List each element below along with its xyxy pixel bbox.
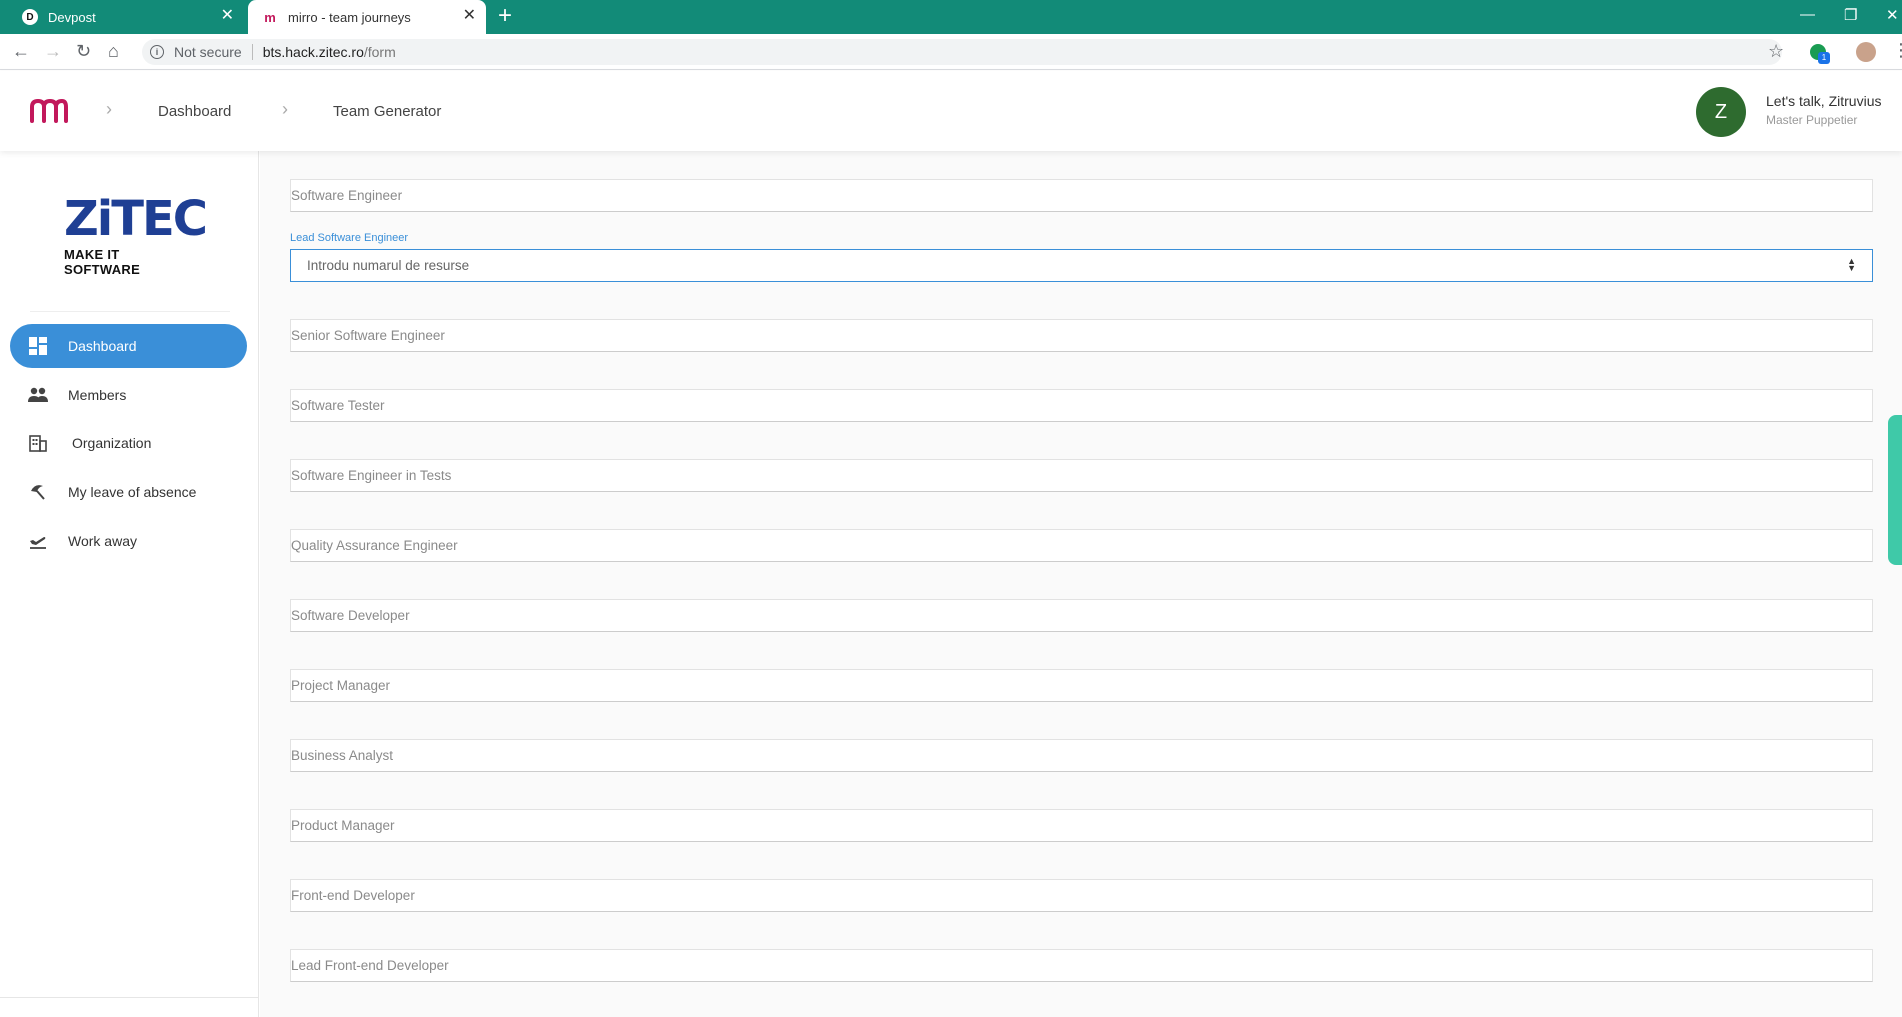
field-project-manager[interactable]: Project Manager <box>290 669 1873 702</box>
field-software-engineer-in-tests[interactable]: Software Engineer in Tests <box>290 459 1873 492</box>
url-path: /form <box>363 44 396 60</box>
chevron-right-icon: › <box>106 99 112 119</box>
field-software-tester[interactable]: Software Tester <box>290 389 1873 422</box>
info-icon[interactable]: i <box>150 45 164 59</box>
sidebar-item-label: Dashboard <box>68 338 137 354</box>
feedback-tab[interactable] <box>1888 415 1902 565</box>
field-business-analyst[interactable]: Business Analyst <box>290 739 1873 772</box>
tab-title: mirro - team journeys <box>288 9 411 25</box>
field-label-lead-software-engineer: Lead Software Engineer <box>290 232 409 244</box>
restore-icon[interactable]: ❐ <box>1844 6 1857 24</box>
browser-tab-bar: D Devpost ✕ m mirro - team journeys ✕ + … <box>0 0 1902 34</box>
flight-takeoff-icon <box>28 531 48 551</box>
back-icon[interactable]: ← <box>12 41 30 61</box>
sidebar-item-members[interactable]: Members <box>10 373 247 417</box>
new-tab-button[interactable]: + <box>498 4 512 28</box>
tab-devpost[interactable]: D Devpost ✕ <box>8 0 244 34</box>
sidebar-item-dashboard[interactable]: Dashboard <box>10 324 247 368</box>
minimize-icon[interactable]: — <box>1800 6 1815 23</box>
chevron-right-icon: › <box>282 99 288 119</box>
user-role: Master Puppetier <box>1766 113 1858 127</box>
home-icon[interactable]: ⌂ <box>108 41 119 61</box>
field-placeholder: Introdu numarul de resurse <box>307 258 470 273</box>
reload-icon[interactable]: ↻ <box>76 41 91 61</box>
logo-word: ZiTEC <box>64 191 208 247</box>
forward-icon[interactable]: → <box>44 41 62 61</box>
sidebar-item-label: Members <box>68 387 127 403</box>
url-input[interactable]: i Not secure bts.hack.zitec.ro/form <box>142 39 1782 65</box>
field-front-end-developer[interactable]: Front-end Developer <box>290 879 1873 912</box>
breadcrumb-dashboard[interactable]: Dashboard <box>158 103 231 120</box>
divider <box>251 44 253 60</box>
number-stepper-icon[interactable]: ▲ ▼ <box>1847 257 1856 273</box>
team-generator-form: Software Engineer Lead Software Engineer… <box>260 151 1902 1017</box>
field-lead-software-engineer[interactable]: Introdu numarul de resurse ▲ ▼ <box>290 249 1873 282</box>
address-bar: ← → ↻ ⌂ i Not secure bts.hack.zitec.ro/f… <box>0 34 1902 70</box>
app-header: › Dashboard › Team Generator Z Let's tal… <box>0 71 1902 151</box>
logo-tagline: MAKE IT SOFTWARE <box>64 247 141 277</box>
divider <box>0 997 259 998</box>
divider <box>30 311 230 312</box>
sidebar-item-work-away[interactable]: Work away <box>10 519 247 563</box>
field-senior-software-engineer[interactable]: Senior Software Engineer <box>290 319 1873 352</box>
bookmark-star-icon[interactable]: ☆ <box>1768 41 1784 62</box>
window-close-icon[interactable]: ✕ <box>1886 6 1899 24</box>
field-quality-assurance-engineer[interactable]: Quality Assurance Engineer <box>290 529 1873 562</box>
zitec-logo: ZiTEC MAKE IT SOFTWARE <box>64 187 208 277</box>
mirro-favicon: m <box>264 9 276 25</box>
sidebar-item-label: Organization <box>72 435 152 451</box>
tab-title: Devpost <box>48 9 96 25</box>
extension-icon[interactable]: 1 <box>1810 44 1830 64</box>
close-icon[interactable]: ✕ <box>463 8 476 24</box>
close-icon[interactable]: ✕ <box>221 8 234 24</box>
avatar[interactable]: Z <box>1696 87 1746 137</box>
devpost-favicon: D <box>22 9 38 25</box>
field-lead-front-end-developer[interactable]: Lead Front-end Developer <box>290 949 1873 982</box>
beach-umbrella-icon <box>28 482 48 502</box>
mirro-logo-icon[interactable] <box>28 97 68 125</box>
field-product-manager[interactable]: Product Manager <box>290 809 1873 842</box>
sidebar: ZiTEC MAKE IT SOFTWARE Dashboard Members… <box>0 151 259 1017</box>
sidebar-item-leave[interactable]: My leave of absence <box>10 470 247 514</box>
url-host: bts.hack.zitec.ro <box>262 44 364 60</box>
dashboard-icon <box>28 336 48 356</box>
breadcrumb-team-generator: Team Generator <box>333 103 442 120</box>
sidebar-item-organization[interactable]: Organization <box>10 421 247 465</box>
sidebar-item-label: My leave of absence <box>68 484 197 500</box>
security-label: Not secure <box>174 44 242 60</box>
field-software-developer[interactable]: Software Developer <box>290 599 1873 632</box>
building-icon <box>28 433 48 453</box>
field-software-engineer[interactable]: Software Engineer <box>290 179 1873 212</box>
user-greeting: Let's talk, Zitruvius <box>1766 93 1882 109</box>
people-icon <box>28 385 48 405</box>
tab-mirro[interactable]: m mirro - team journeys ✕ <box>248 0 486 34</box>
sidebar-item-label: Work away <box>68 533 137 549</box>
extension-badge: 1 <box>1818 52 1830 64</box>
browser-menu-icon[interactable]: ⋮ <box>1892 40 1902 61</box>
profile-avatar-icon[interactable] <box>1856 42 1876 62</box>
